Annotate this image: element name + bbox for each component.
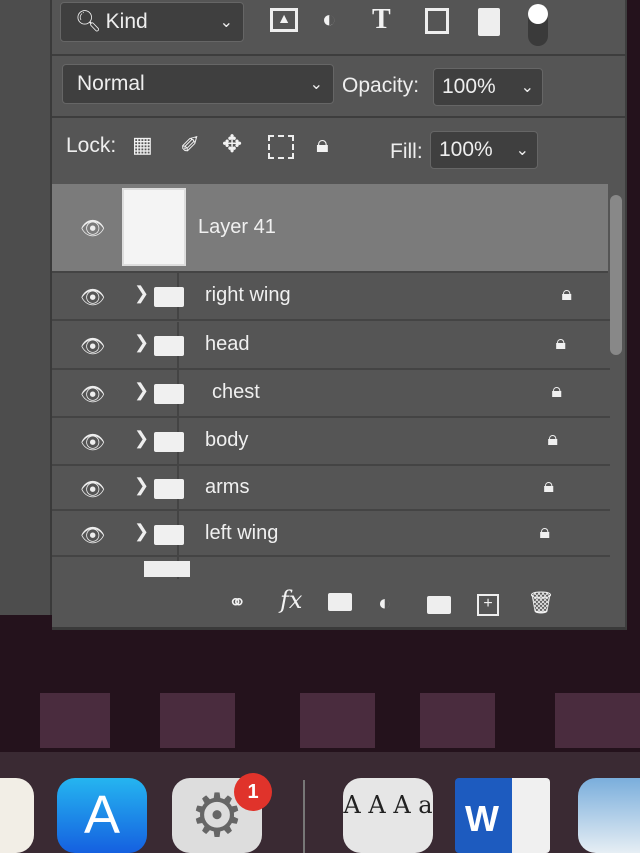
expand-chevron-icon[interactable]: ❯ <box>134 428 149 449</box>
blend-mode-dropdown[interactable]: Normal ⌄ <box>62 64 334 104</box>
folder-icon <box>154 479 184 499</box>
dock-app-preview[interactable] <box>578 778 640 853</box>
lock-transparent-pixels-icon[interactable]: ▦ <box>132 134 153 156</box>
lock-icon: 🔒︎ <box>561 283 572 305</box>
lock-icon: 🔒︎ <box>543 475 554 497</box>
fx-label: fx <box>280 586 303 614</box>
left-panel-strip <box>0 0 52 615</box>
new-layer-icon[interactable]: + <box>477 594 499 616</box>
filter-toggle[interactable] <box>528 4 548 46</box>
visibility-eye-icon[interactable]: 👁︎ <box>80 216 105 241</box>
filter-kind-label: Kind <box>105 10 148 33</box>
fill-label: Fill: <box>390 140 423 163</box>
background-thumbnail <box>160 693 235 748</box>
notification-badge: 1 <box>234 773 272 811</box>
fx-button[interactable]: fx <box>280 588 302 612</box>
layer-thumbnail <box>144 561 190 577</box>
dock-microsoft-word-icon[interactable]: W <box>455 778 550 853</box>
layer-row-left-wing[interactable]: 👁︎ ❯ left wing 🔒︎ <box>52 511 610 557</box>
layer-row-layer-41[interactable]: 👁︎ Layer 41 <box>52 184 608 273</box>
expand-chevron-icon[interactable]: ❯ <box>134 332 149 353</box>
word-letter: W <box>465 798 499 839</box>
visibility-eye-icon[interactable]: 👁︎ <box>80 430 105 455</box>
image-filter-icon[interactable]: ▲ <box>270 8 298 32</box>
folder-icon <box>154 336 184 356</box>
layer-row-right-wing[interactable]: 👁︎ ❯ right wing 🔒︎ <box>52 273 610 321</box>
folder-icon <box>154 384 184 404</box>
layer-name: right wing <box>205 284 291 306</box>
background-thumbnail <box>300 693 375 748</box>
visibility-eye-icon[interactable]: 👁︎ <box>80 382 105 407</box>
layer-row-body[interactable]: 👁︎ ❯ body 🔒︎ <box>52 418 610 466</box>
lock-all-icon[interactable]: 🔒︎ <box>316 133 329 157</box>
lock-icon: 🔒︎ <box>539 521 550 543</box>
expand-chevron-icon[interactable]: ❯ <box>134 380 149 401</box>
adjustment-layer-icon[interactable]: ◐ <box>378 592 391 614</box>
folder-icon <box>154 525 184 545</box>
blend-mode-value: Normal <box>77 72 145 95</box>
layer-name: body <box>205 429 249 451</box>
dock-font-book-icon[interactable]: A A A a <box>343 778 433 853</box>
fill-field[interactable]: 100% ⌄ <box>430 131 538 169</box>
folder-icon <box>154 287 184 307</box>
lock-label: Lock: <box>66 134 117 157</box>
dock-app-store-icon[interactable]: A <box>57 778 147 853</box>
layer-row-partial[interactable] <box>52 557 610 579</box>
filter-kind-dropdown[interactable]: 🔍︎ Kind ⌄ <box>60 2 244 42</box>
expand-chevron-icon[interactable]: ❯ <box>134 475 149 496</box>
layer-thumbnail <box>122 188 186 266</box>
opacity-field[interactable]: 100% ⌄ <box>433 68 543 106</box>
dock-divider <box>303 780 305 853</box>
layer-row-arms[interactable]: 👁︎ ❯ arms 🔒︎ <box>52 465 610 511</box>
visibility-eye-icon[interactable]: 👁︎ <box>80 334 105 359</box>
shape-filter-icon[interactable] <box>425 8 449 34</box>
lock-image-pixels-brush-icon[interactable]: ✐ <box>180 134 200 158</box>
chevron-down-icon[interactable]: ⌄ <box>516 140 529 160</box>
search-icon: 🔍︎ <box>75 10 102 33</box>
delete-layer-trash-icon[interactable]: 🗑︎ <box>527 592 555 614</box>
opacity-value: 100% <box>442 75 496 98</box>
background-thumbnail <box>420 693 495 748</box>
expand-chevron-icon[interactable]: ❯ <box>134 283 149 304</box>
add-mask-icon[interactable] <box>328 593 352 611</box>
visibility-eye-icon[interactable]: 👁︎ <box>80 285 105 310</box>
background-thumbnail <box>40 693 110 748</box>
smart-object-filter-icon[interactable] <box>478 8 500 36</box>
layer-name: arms <box>205 476 250 498</box>
background-thumbnail <box>555 693 640 748</box>
visibility-eye-icon[interactable]: 👁︎ <box>80 523 105 548</box>
chevron-down-icon: ⌄ <box>219 14 233 31</box>
visibility-eye-icon[interactable]: 👁︎ <box>80 477 105 502</box>
layer-name: head <box>205 333 250 355</box>
layer-name: chest <box>212 381 260 403</box>
lock-icon: 🔒︎ <box>551 380 562 402</box>
new-group-folder-icon[interactable] <box>427 596 451 614</box>
opacity-label: Opacity: <box>342 74 420 97</box>
lock-artboard-icon[interactable] <box>268 135 294 159</box>
layer-name: left wing <box>205 522 279 544</box>
layers-scrollbar[interactable] <box>610 195 622 355</box>
dock-app-notes[interactable] <box>0 778 34 853</box>
adjustment-filter-icon[interactable]: ◐ <box>322 8 337 32</box>
link-layers-icon[interactable]: ⚭ <box>228 592 246 614</box>
lock-position-move-icon[interactable]: ✥ <box>222 133 242 157</box>
font-book-glyphs: A A A a <box>343 791 433 819</box>
folder-icon <box>154 432 184 452</box>
chevron-down-icon[interactable]: ⌄ <box>521 77 534 97</box>
type-filter-icon[interactable]: T <box>372 6 391 34</box>
layer-row-chest[interactable]: 👁︎ ❯ chest 🔒︎ <box>52 370 610 418</box>
expand-chevron-icon[interactable]: ❯ <box>134 521 149 542</box>
layer-row-head[interactable]: 👁︎ ❯ head 🔒︎ <box>52 322 610 370</box>
lock-icon: 🔒︎ <box>555 332 566 354</box>
lock-icon: 🔒︎ <box>547 428 558 450</box>
chevron-down-icon: ⌄ <box>309 76 323 93</box>
fill-value: 100% <box>439 138 493 161</box>
layer-name: Layer 41 <box>198 216 276 238</box>
